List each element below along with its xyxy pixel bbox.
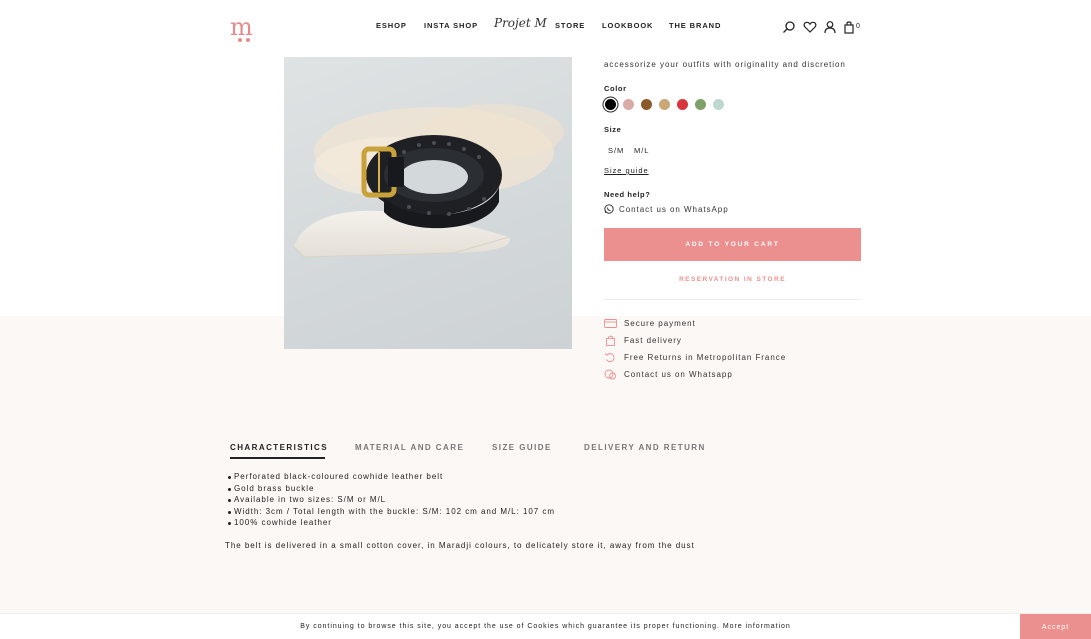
tab-delivery-and-return[interactable]: DELIVERY AND RETURN — [584, 443, 706, 452]
tab-material-and-care[interactable]: MATERIAL AND CARE — [355, 443, 464, 452]
size-label: Size — [604, 125, 622, 134]
benefit-label: Free Returns in Metropolitan France — [624, 353, 787, 362]
characteristics-list: Perforated black-coloured cowhide leathe… — [228, 471, 555, 529]
chat-icon — [604, 369, 617, 380]
size-option-sm[interactable]: S/M — [608, 146, 624, 155]
tab-characteristics[interactable]: CHARACTERISTICS — [230, 443, 328, 452]
belt-photo — [293, 96, 564, 258]
nav-the-brand[interactable]: THE BRAND — [669, 21, 721, 30]
benefit-label: Fast delivery — [624, 336, 682, 345]
user-icon[interactable] — [823, 20, 837, 34]
whatsapp-icon — [604, 204, 614, 214]
color-swatch-brown[interactable] — [641, 99, 652, 110]
site-header: m ESHOP INSTA SHOP Projet M STORE LOOKBO… — [0, 0, 1091, 54]
whatsapp-contact-label: Contact us on WhatsApp — [619, 204, 729, 214]
tab-size-guide[interactable]: SIZE GUIDE — [492, 443, 552, 452]
size-option-ml[interactable]: M/L — [634, 146, 649, 155]
cookie-text[interactable]: By continuing to browse this site, you a… — [0, 623, 1091, 630]
benefit-label: Contact us on Whatsapp — [624, 370, 733, 379]
cookie-banner: By continuing to browse this site, you a… — [0, 613, 1091, 639]
bag-icon — [604, 335, 617, 346]
color-swatch-mint[interactable] — [713, 99, 724, 110]
color-label: Color — [604, 84, 627, 93]
whatsapp-contact-link[interactable]: Contact us on WhatsApp — [604, 204, 729, 214]
nav-insta-shop[interactable]: INSTA SHOP — [424, 21, 478, 30]
divider — [604, 299, 861, 300]
cart-count: 0 — [856, 23, 861, 30]
size-guide-link[interactable]: Size guide — [604, 166, 649, 175]
color-swatch-pink[interactable] — [623, 99, 634, 110]
card-icon — [604, 318, 617, 329]
active-tab-indicator — [230, 457, 325, 459]
benefit-label: Secure payment — [624, 319, 696, 328]
add-to-cart-button[interactable]: ADD TO YOUR CART — [604, 228, 861, 261]
list-item: Perforated black-coloured cowhide leathe… — [228, 471, 555, 483]
logo-letter: m — [230, 13, 253, 41]
return-icon — [604, 352, 617, 363]
list-item: 100% cowhide leather — [228, 517, 555, 529]
benefit-fast-delivery: Fast delivery — [604, 335, 682, 346]
heart-icon[interactable] — [803, 20, 817, 34]
need-help-label: Need help? — [604, 190, 651, 199]
brand-logo[interactable]: m — [230, 13, 256, 44]
nav-eshop[interactable]: ESHOP — [376, 21, 407, 30]
color-swatch-red[interactable] — [677, 99, 688, 110]
cookie-accept-button[interactable]: Accept — [1020, 614, 1091, 639]
product-description: accessorize your outfits with originalit… — [604, 60, 846, 69]
benefit-free-returns: Free Returns in Metropolitan France — [604, 352, 786, 363]
bag-icon[interactable] — [842, 20, 856, 34]
benefit-secure-payment: Secure payment — [604, 318, 696, 329]
color-swatch-camel[interactable] — [659, 99, 670, 110]
nav-projet-m[interactable]: Projet M — [494, 16, 547, 30]
nav-lookbook[interactable]: LOOKBOOK — [602, 21, 653, 30]
color-swatch-green[interactable] — [695, 99, 706, 110]
list-item: Gold brass buckle — [228, 483, 555, 495]
benefit-contact: Contact us on Whatsapp — [604, 369, 733, 380]
list-item: Width: 3cm / Total length with the buckl… — [228, 506, 555, 516]
list-item: Available in two sizes: S/M or M/L — [228, 494, 555, 506]
search-icon[interactable] — [782, 20, 796, 34]
color-swatch-black[interactable] — [605, 99, 616, 110]
product-image[interactable] — [284, 57, 572, 349]
delivery-note: The belt is delivered in a small cotton … — [225, 541, 695, 550]
nav-store[interactable]: STORE — [555, 21, 585, 30]
reservation-in-store-link[interactable]: RESERVATION IN STORE — [604, 276, 861, 283]
